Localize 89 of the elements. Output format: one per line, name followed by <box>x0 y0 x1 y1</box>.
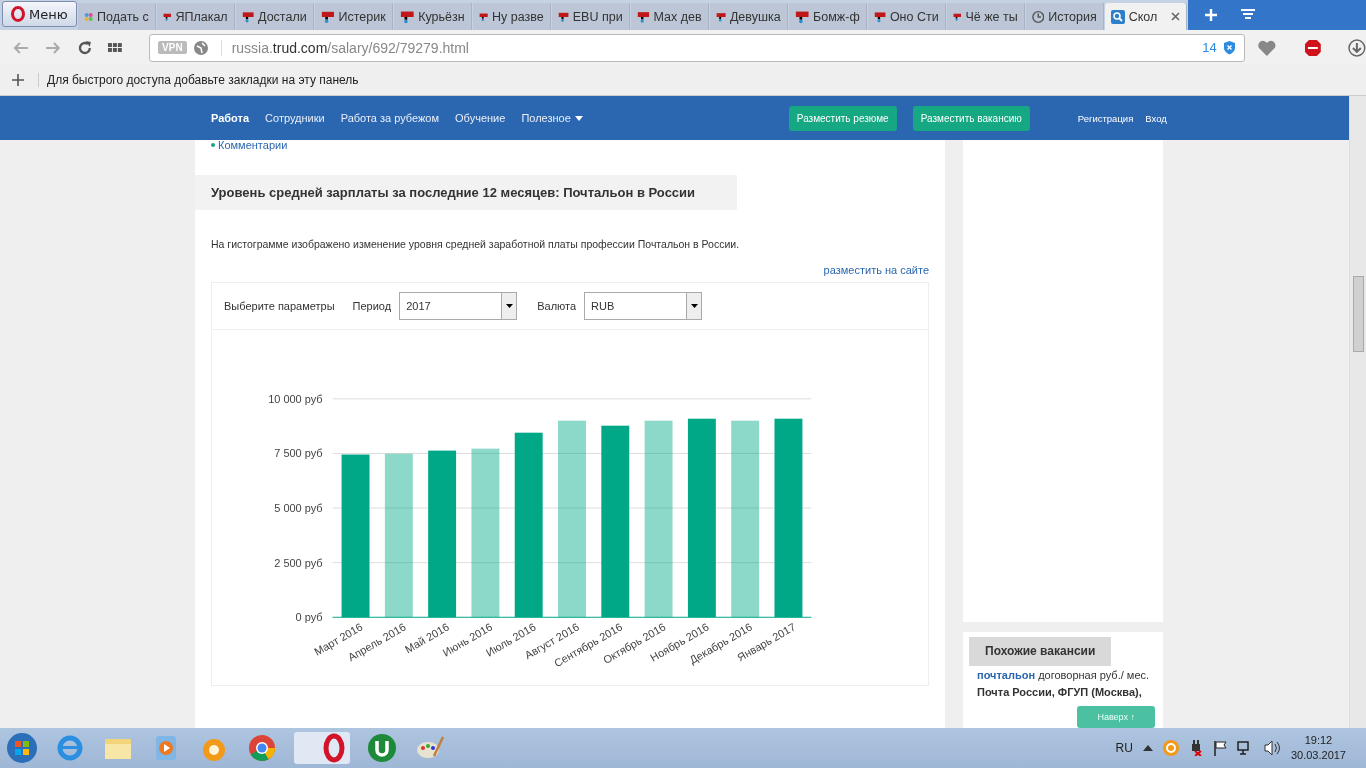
tab-title: Бомж-ф <box>813 9 860 24</box>
bookmarks-hint: Для быстрого доступа добавьте закладки на эту панель <box>38 73 359 87</box>
caret-icon <box>574 115 583 121</box>
chrome-icon[interactable] <box>246 732 278 764</box>
heart-icon[interactable] <box>1256 38 1277 57</box>
nav-link[interactable]: Работа за рубежом <box>340 112 440 124</box>
axis-tick-label: 7 500 руб <box>274 447 323 460</box>
header-link[interactable]: Вход <box>1145 112 1167 124</box>
embed-link[interactable]: разместить на сайте <box>823 264 929 276</box>
tab-title: Скол <box>1128 9 1158 24</box>
torrent-icon[interactable] <box>366 732 398 764</box>
site-logo-icon <box>399 9 415 24</box>
tab-title: Мах дев <box>653 9 702 24</box>
tab-title: Ну разве <box>491 9 544 24</box>
add-bookmark-icon[interactable] <box>12 74 24 86</box>
card-title: Похожие вакансии <box>969 637 1112 666</box>
opera-icon[interactable] <box>294 732 350 764</box>
flag-icon[interactable] <box>1212 740 1227 756</box>
vacancy-company: Почта России, ФГУП (Москва), <box>977 685 1143 700</box>
tab-title: История <box>1048 9 1097 24</box>
nav-link[interactable]: Сотрудники <box>265 112 325 124</box>
new-tab-icon[interactable] <box>1203 8 1218 22</box>
site-logo-icon <box>636 9 650 24</box>
clock-icon <box>1031 9 1045 24</box>
download-icon[interactable] <box>1348 38 1366 57</box>
browser-tab[interactable]: Курьёзн <box>393 3 472 30</box>
browser-tab[interactable]: Девушка <box>709 3 788 30</box>
globe-icon <box>192 39 209 56</box>
tab-title: Курьёзн <box>418 9 465 24</box>
search-icon <box>1110 9 1125 24</box>
axis-tick-label: 0 руб <box>295 611 323 624</box>
browser-tab[interactable]: Чё же ты <box>946 3 1025 30</box>
browser-tab[interactable]: EBU при <box>551 3 630 30</box>
field-label: Валюта <box>537 299 577 312</box>
browser-tab[interactable]: Оно Сти <box>867 3 946 30</box>
tab-menu-icon[interactable] <box>1239 8 1256 22</box>
browser-logo-icon <box>11 6 25 22</box>
bullet-icon <box>211 143 215 147</box>
chart-description: На гистограмме изображено изменение уровня средней заработной платы профессии Почтальон в России. <box>211 238 741 250</box>
header-link[interactable]: Регистрация <box>1077 112 1134 124</box>
period-dropdown[interactable]: 2017 <box>399 291 518 320</box>
section-heading: Уровень средней зарплаты за последние 12 месяцев: Почтальон в России <box>195 175 737 210</box>
address-field[interactable]: VPN russia.trud.com/salary/692/79279.html 14 <box>149 33 1245 62</box>
tab-title: Чё же ты <box>965 9 1018 24</box>
site-logo-icon <box>320 9 335 24</box>
url-text: russia.trud.com/salary/692/79279.html <box>220 39 469 56</box>
params-label: Выберите параметры <box>224 299 335 312</box>
axis-tick-label: 5 000 руб <box>274 501 323 514</box>
browser-tab[interactable]: Мах дев <box>630 3 709 30</box>
scrollbar[interactable] <box>1349 96 1366 728</box>
tab-title: Девушка <box>729 9 781 24</box>
tab-title: Достали <box>258 9 307 24</box>
browser-tab[interactable]: Достали <box>235 3 314 30</box>
browser-tab[interactable]: ЯПлакал <box>156 3 235 30</box>
axis-tick-label: 2 500 руб <box>274 556 323 569</box>
site-logo-icon <box>794 9 810 24</box>
tray-expand-icon[interactable] <box>1142 745 1153 751</box>
browser-tab[interactable]: Подать с <box>77 3 156 30</box>
site-logo-icon <box>873 9 886 24</box>
nav-link[interactable]: Работа <box>211 112 250 124</box>
language-indicator[interactable]: RU <box>1115 741 1133 755</box>
nav-link[interactable]: Обучение <box>455 112 506 124</box>
start-button-icon[interactable] <box>6 732 38 764</box>
tab-title: EBU при <box>572 9 623 24</box>
vacancy-summary: почтальон договорная руб./ мес. <box>977 668 1151 683</box>
currency-dropdown[interactable]: RUB <box>584 291 703 320</box>
comments-link[interactable]: Комментарии <box>218 139 288 151</box>
tab-title: Оно Сти <box>889 9 939 24</box>
nav-link[interactable]: Полезное <box>521 112 583 124</box>
tab-title: ЯПлакал <box>175 9 228 24</box>
browser-tab[interactable]: Бомж-ф <box>788 3 867 30</box>
adblock-icon[interactable] <box>1304 38 1323 57</box>
browser-tab[interactable]: Ну разве <box>472 3 551 30</box>
shield-icon[interactable] <box>1222 40 1236 55</box>
axis-tick-label: 10 000 руб <box>268 392 323 405</box>
blocked-count: 14 <box>1202 40 1217 55</box>
close-icon[interactable] <box>1170 12 1180 21</box>
caret-icon <box>690 303 698 308</box>
caret-icon <box>505 303 513 308</box>
browser-tab[interactable]: Истерик <box>314 3 393 30</box>
tab-title: Истерик <box>338 9 386 24</box>
browser-tab[interactable]: Скол <box>1104 3 1187 30</box>
field-label: Период <box>352 299 392 312</box>
site-logo-icon <box>241 9 255 24</box>
browser-menu-button[interactable]: Меню <box>2 1 77 27</box>
tab-title: Подать с <box>97 9 149 24</box>
speaker-icon[interactable] <box>1262 740 1281 756</box>
clock[interactable]: 19:12 30.03.2017 <box>1290 733 1346 763</box>
browser-tab[interactable]: История <box>1025 3 1104 30</box>
